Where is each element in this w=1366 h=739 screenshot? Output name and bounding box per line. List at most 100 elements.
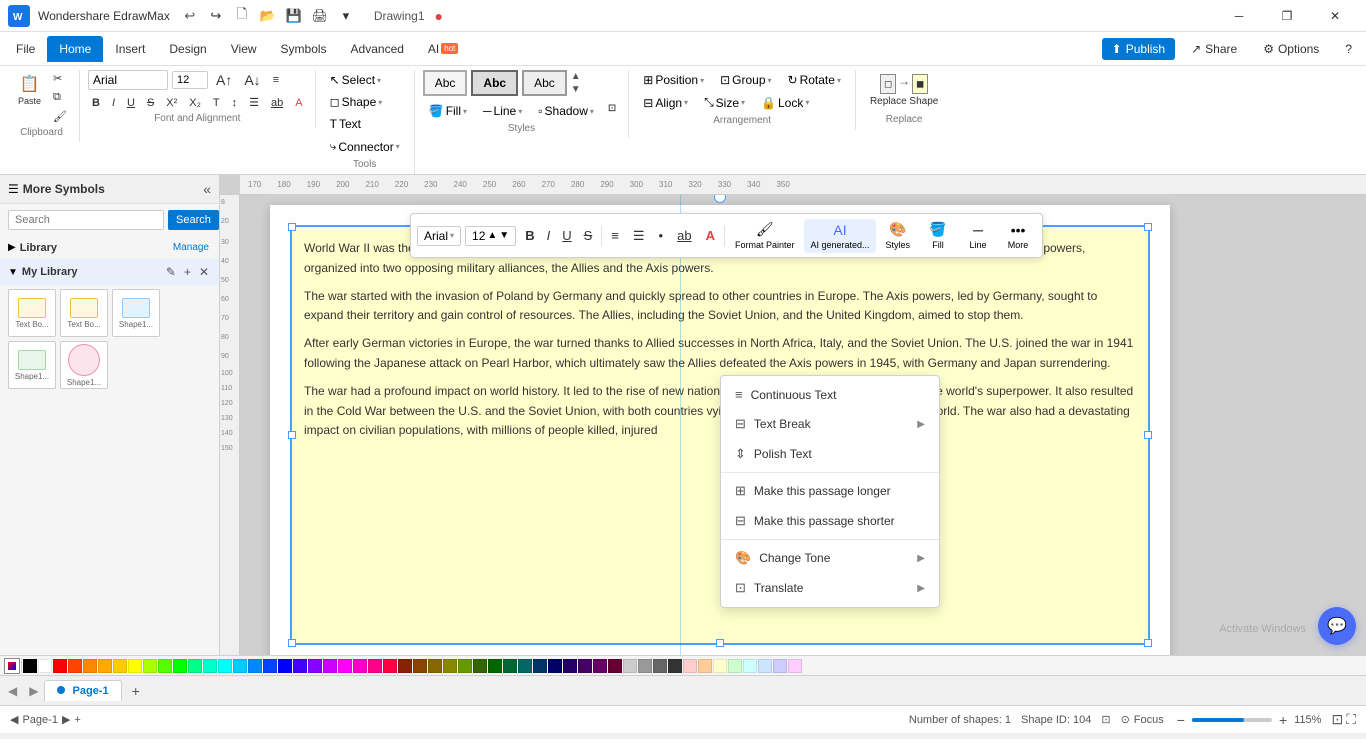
color-swatch[interactable] [278,659,292,673]
format-painter-button[interactable]: 🖌 [49,108,71,125]
color-swatch[interactable] [23,659,37,673]
handle-br[interactable] [1144,639,1152,647]
handle-ml[interactable] [288,431,296,439]
fullscreen-button[interactable]: ⛶ [1346,711,1356,728]
color-swatch[interactable] [38,659,52,673]
handle-bl[interactable] [288,639,296,647]
sidebar-search-button[interactable]: Search [168,210,219,230]
more-qa-button[interactable]: ▾ [334,4,358,28]
add-page-button[interactable]: + [74,714,80,726]
connector-dropdown[interactable]: ⤷ Connector ▾ [324,136,406,157]
ctx-shorter[interactable]: ⊟ Make this passage shorter [721,506,939,536]
ft-bullet-button[interactable]: • [654,225,669,246]
color-swatch[interactable] [263,659,277,673]
minimize-button[interactable]: ─ [1216,0,1262,32]
shape-dropdown[interactable]: ◻ Shape ▾ [324,92,406,112]
ctx-continuous-text[interactable]: ≡ Continuous Text [721,380,939,409]
color-swatch[interactable] [323,659,337,673]
zoom-in-button[interactable]: + [1276,712,1290,728]
color-swatch[interactable] [743,659,757,673]
color-swatch[interactable] [653,659,667,673]
color-swatch[interactable] [158,659,172,673]
ft-fill-button[interactable]: 🪣 Fill [920,218,956,253]
color-swatch[interactable] [143,659,157,673]
save-button[interactable]: 💾 [282,4,306,28]
group-dropdown[interactable]: ⊡ Group ▾ [714,70,777,90]
print-button[interactable]: 🖨 [308,4,332,28]
my-library-add-icon[interactable]: + [182,263,193,281]
handle-tl[interactable] [288,223,296,231]
ctx-longer[interactable]: ⊞ Make this passage longer [721,476,939,506]
subscript-button[interactable]: X₂ [185,95,205,111]
ctx-change-tone[interactable]: 🎨 Change Tone ▶ [721,543,939,573]
zoom-out-button[interactable]: − [1174,712,1188,728]
sidebar-my-library-section[interactable]: ▼ My Library ✎ + ✕ [0,259,219,285]
color-swatch[interactable] [68,659,82,673]
ft-ai-button[interactable]: AI AI generated... [804,219,875,253]
color-swatch[interactable] [53,659,67,673]
color-swatch[interactable] [413,659,427,673]
color-swatch[interactable] [623,659,637,673]
tab-page-1[interactable]: Page-1 [44,680,121,701]
font-name-selector[interactable]: Arial [88,70,168,90]
thumb-text-1[interactable]: Text Bo... [8,289,56,337]
menu-advanced[interactable]: Advanced [339,36,416,62]
restore-button[interactable]: ❐ [1264,0,1310,32]
styles-expand-button[interactable]: ⊡ [604,101,620,121]
ctx-polish-text[interactable]: ⇕ Polish Text [721,439,939,469]
color-swatch[interactable] [728,659,742,673]
tab-scroll-left[interactable]: ◀ [4,682,21,700]
bullet-list-button[interactable]: ☰ [245,94,263,111]
handle-bc[interactable] [716,639,724,647]
select-dropdown[interactable]: ↖ Select ▾ [324,70,406,90]
ft-styles-button[interactable]: 🎨 Styles [880,218,917,253]
color-swatch[interactable] [443,659,457,673]
color-swatch[interactable] [683,659,697,673]
color-swatch[interactable] [353,659,367,673]
redo-button[interactable]: ↪ [204,4,228,28]
color-swatch[interactable] [233,659,247,673]
sidebar-library-section[interactable]: ▶ Library Manage [0,236,219,259]
close-button[interactable]: ✕ [1312,0,1358,32]
rotate-handle[interactable] [714,195,726,203]
color-swatch[interactable] [98,659,112,673]
color-swatch[interactable] [638,659,652,673]
ft-color-button[interactable]: A [701,225,720,246]
publish-button[interactable]: ⬆ Publish [1102,38,1175,60]
ctx-translate[interactable]: ⊡ Translate ▶ [721,573,939,603]
color-swatch[interactable] [473,659,487,673]
color-swatch[interactable] [368,659,382,673]
menu-home[interactable]: Home [47,36,103,62]
thumb-shape-3[interactable]: Shape1... [60,341,108,389]
open-button[interactable]: 📂 [256,4,280,28]
color-swatch[interactable] [83,659,97,673]
ft-line-button[interactable]: ─ Line [960,219,996,253]
thumb-shape-1[interactable]: Shape1... [112,289,160,337]
options-button[interactable]: ⚙ Options [1253,38,1329,60]
replace-shape-button[interactable]: ◻ → ◼ Replace Shape [864,70,944,112]
underline-style-button[interactable]: ab [267,95,287,111]
ft-align-button[interactable]: ≡ [606,225,624,246]
color-swatch[interactable] [713,659,727,673]
color-swatch[interactable] [788,659,802,673]
cut-button[interactable]: ✂ [49,70,71,87]
align-dropdown[interactable]: ⊟ Align ▾ [637,92,694,113]
color-swatch[interactable] [593,659,607,673]
page-back-button[interactable]: ◀ [10,713,18,726]
styles-scroll-down[interactable]: ▼ [571,84,581,95]
size-dropdown[interactable]: ⤡ Size ▾ [698,92,751,113]
ft-underline2-button[interactable]: ab [672,225,696,246]
color-swatch[interactable] [458,659,472,673]
font-color-button[interactable]: A [291,95,306,111]
style-abc-3[interactable]: Abc [522,70,567,96]
handle-mr[interactable] [1144,431,1152,439]
new-button[interactable]: 🗋 [230,4,254,28]
shadow-dropdown[interactable]: ▫ Shadow ▾ [532,101,600,121]
color-swatch[interactable] [518,659,532,673]
sidebar-search-input[interactable] [8,210,164,230]
rotate-dropdown[interactable]: ↻ Rotate ▾ [782,70,847,90]
text-case-button[interactable]: T [209,95,224,111]
menu-insert[interactable]: Insert [103,36,157,62]
page-forward-button[interactable]: ▶ [62,713,70,726]
color-swatch[interactable] [608,659,622,673]
